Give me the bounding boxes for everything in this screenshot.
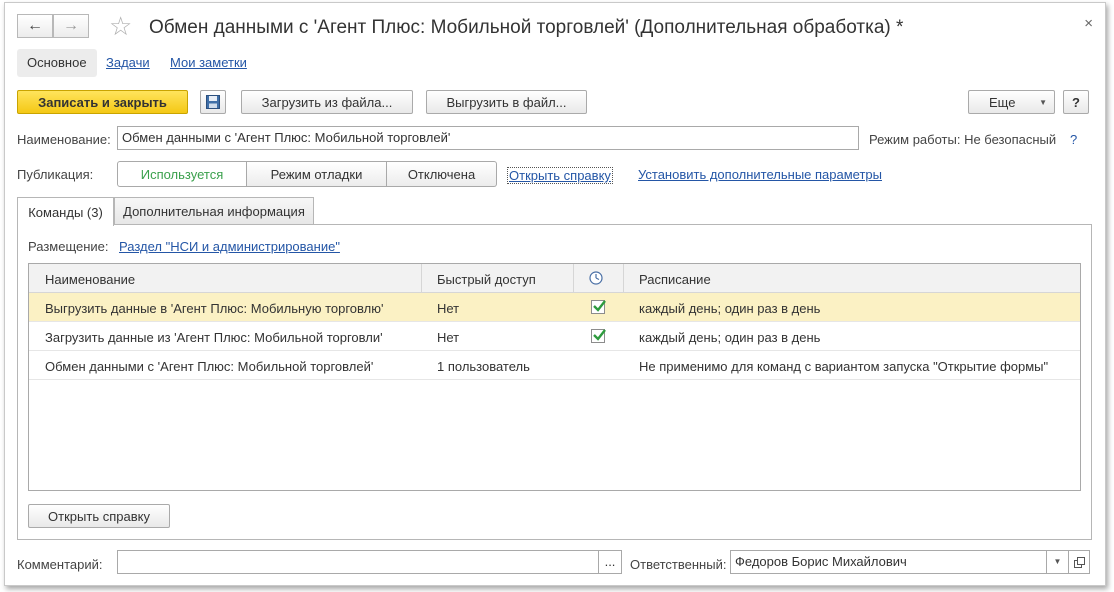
check-icon	[593, 329, 606, 341]
check-icon	[593, 300, 606, 312]
open-window-icon	[1073, 556, 1085, 568]
row-quick-access: Нет	[437, 301, 460, 316]
table-header: Наименование Быстрый доступ Расписание	[29, 264, 1080, 293]
save-and-close-button[interactable]: Записать и закрыть	[17, 90, 188, 114]
set-additional-params-link[interactable]: Установить дополнительные параметры	[638, 167, 882, 182]
table-row[interactable]: Выгрузить данные в 'Агент Плюс: Мобильну…	[29, 293, 1080, 322]
responsible-dropdown-button[interactable]: ▼	[1046, 550, 1069, 574]
load-from-file-button[interactable]: Загрузить из файла...	[241, 90, 413, 114]
section-tab-tasks[interactable]: Задачи	[106, 49, 150, 77]
row-schedule: каждый день; один раз в день	[639, 301, 821, 316]
work-mode-text: Режим работы: Не безопасный	[869, 132, 1057, 147]
more-menu-button[interactable]: Еще ▼	[968, 90, 1055, 114]
tab-commands[interactable]: Команды (3)	[17, 197, 114, 226]
row-schedule-checkbox[interactable]	[591, 300, 606, 314]
publication-label: Публикация:	[17, 167, 94, 182]
close-icon[interactable]: ×	[1084, 15, 1093, 32]
row-name: Обмен данными с 'Агент Плюс: Мобильной т…	[45, 359, 374, 374]
row-schedule: каждый день; один раз в день	[639, 330, 821, 345]
header-name[interactable]: Наименование	[45, 272, 135, 287]
forward-button[interactable]: →	[53, 14, 89, 38]
open-help-button[interactable]: Открыть справку	[28, 504, 170, 528]
row-schedule-checkbox[interactable]	[591, 329, 606, 343]
responsible-open-button[interactable]	[1068, 550, 1090, 574]
unload-to-file-button[interactable]: Выгрузить в файл...	[426, 90, 587, 114]
open-help-link[interactable]: Открыть справку	[507, 167, 613, 184]
back-arrow-icon: ←	[27, 17, 43, 34]
row-name: Загрузить данные из 'Агент Плюс: Мобильн…	[45, 330, 383, 345]
table-row[interactable]: Обмен данными с 'Агент Плюс: Мобильной т…	[29, 351, 1080, 380]
table-row[interactable]: Загрузить данные из 'Агент Плюс: Мобильн…	[29, 322, 1080, 351]
more-label: Еще	[989, 94, 1016, 110]
comment-input[interactable]	[117, 550, 599, 574]
placement-link[interactable]: Раздел "НСИ и администрирование"	[119, 239, 340, 254]
dropdown-arrow-icon: ▼	[1039, 97, 1047, 107]
save-button[interactable]	[200, 90, 226, 114]
row-schedule: Не применимо для команд с вариантом запу…	[639, 359, 1049, 374]
name-label: Наименование:	[17, 132, 111, 147]
header-schedule[interactable]: Расписание	[639, 272, 711, 287]
section-tab-main[interactable]: Основное	[17, 49, 97, 77]
back-button[interactable]: ←	[17, 14, 53, 38]
commands-panel: Размещение: Раздел "НСИ и администрирова…	[17, 224, 1092, 540]
commands-table: Наименование Быстрый доступ Расписание В…	[28, 263, 1081, 491]
publication-debug-option[interactable]: Режим отладки	[247, 161, 387, 187]
comment-select-button[interactable]: ...	[598, 550, 622, 574]
tab-additional-info[interactable]: Дополнительная информация	[114, 197, 314, 225]
forward-arrow-icon: →	[63, 17, 79, 34]
comment-label: Комментарий:	[17, 557, 103, 572]
section-tab-notes[interactable]: Мои заметки	[170, 49, 247, 77]
publication-disabled-option[interactable]: Отключена	[387, 161, 497, 187]
help-button[interactable]: ?	[1063, 90, 1089, 114]
publication-switch: Используется Режим отладки Отключена	[117, 161, 497, 187]
clock-icon[interactable]	[589, 271, 603, 288]
work-mode-help-icon[interactable]: ?	[1070, 132, 1077, 147]
responsible-label: Ответственный:	[630, 557, 727, 572]
row-quick-access: Нет	[437, 330, 460, 345]
favorite-star-icon[interactable]: ☆	[109, 13, 132, 39]
placement-label: Размещение:	[28, 239, 109, 254]
header-quick-access[interactable]: Быстрый доступ	[437, 272, 536, 287]
form-window: ← → ☆ Обмен данными с 'Агент Плюс: Мобил…	[4, 2, 1106, 586]
publication-used-option[interactable]: Используется	[117, 161, 247, 187]
form-title: Обмен данными с 'Агент Плюс: Мобильной т…	[149, 17, 904, 38]
name-input[interactable]: Обмен данными с 'Агент Плюс: Мобильной т…	[117, 126, 859, 150]
row-quick-access: 1 пользователь	[437, 359, 530, 374]
dropdown-arrow-icon: ▼	[1053, 557, 1062, 566]
responsible-input[interactable]: Федоров Борис Михайлович	[730, 550, 1069, 574]
floppy-disk-icon	[206, 95, 220, 109]
row-name: Выгрузить данные в 'Агент Плюс: Мобильну…	[45, 301, 384, 316]
